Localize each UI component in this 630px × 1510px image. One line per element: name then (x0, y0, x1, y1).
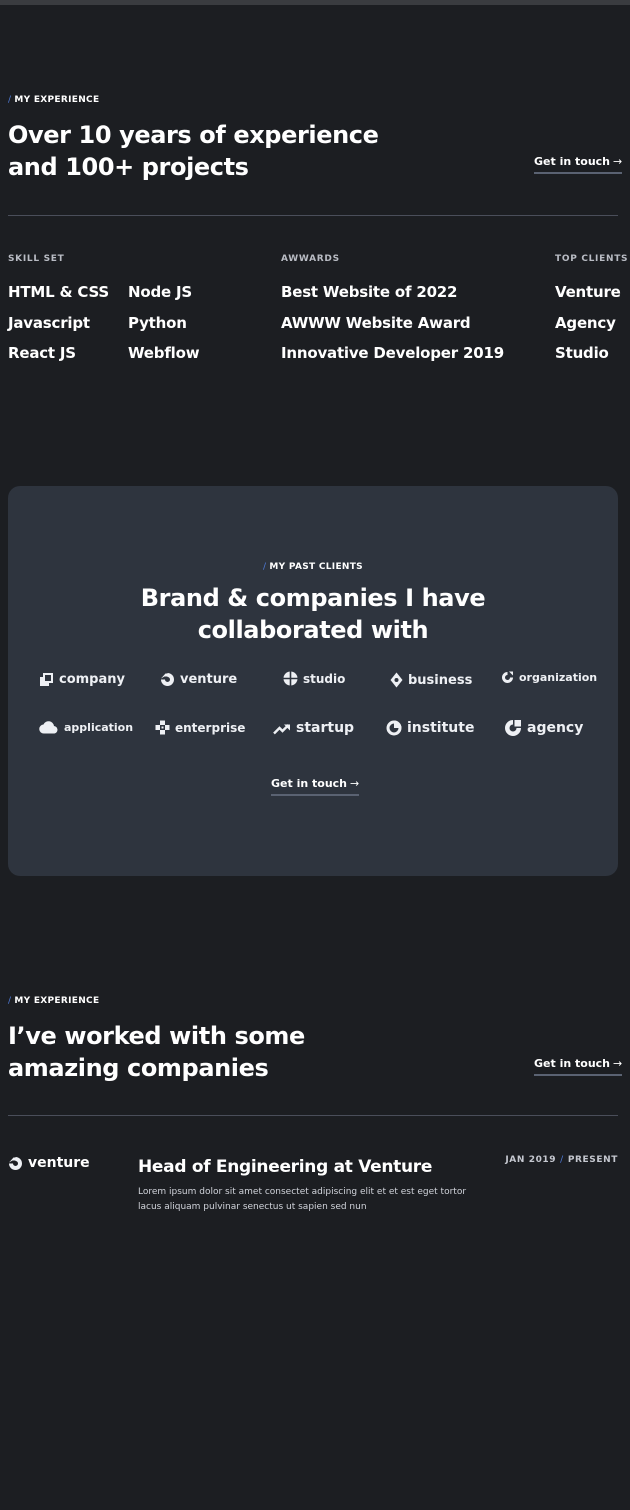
clients-title-line-2: collaborated with (197, 616, 429, 644)
client-logo-label: business (408, 672, 473, 688)
get-in-touch-link[interactable]: Get in touch → (534, 155, 623, 174)
client-logo-application: application (39, 721, 133, 734)
agency-icon (505, 720, 521, 736)
past-clients-card: / MY PAST CLIENTS Brand & companies I hav… (8, 486, 618, 876)
skill-item: Node JS (128, 283, 192, 301)
client-logo-venture: venture (160, 672, 237, 687)
trend-icon (273, 723, 290, 734)
job-end-date: PRESENT (567, 1155, 618, 1165)
experience-title: Over 10 years of experience and 100+ pro… (8, 119, 379, 183)
get-in-touch-label: Get in touch (534, 1057, 611, 1070)
companies-get-in-touch-link[interactable]: Get in touch → (534, 1057, 623, 1076)
client-logo-studio: studio (283, 671, 345, 686)
job-title: Head of Engineering at Venture (138, 1157, 433, 1177)
experience-eyebrow: / MY EXPERIENCE (8, 95, 99, 105)
slash-accent: / (8, 996, 12, 1006)
client-logo-startup: startup (273, 720, 354, 736)
slash-accent: / (8, 95, 12, 105)
business-icon (390, 672, 403, 688)
client-logo-label: agency (527, 720, 584, 736)
experience-title-line-2: and 100+ projects (8, 153, 249, 181)
enterprise-icon (155, 720, 170, 735)
client-logo-enterprise: enterprise (155, 720, 245, 735)
clients-title: Brand & companies I have collaborated wi… (8, 582, 618, 646)
client-logo-company: company (39, 672, 125, 687)
awards-label: AWWARDS (281, 254, 340, 264)
top-client-item: Venture (555, 283, 621, 301)
get-in-touch-label: Get in touch (534, 155, 611, 168)
client-logo-label: studio (303, 671, 346, 686)
companies-eyebrow-text: MY EXPERIENCE (14, 996, 100, 1006)
award-item: Innovative Developer 2019 (281, 344, 504, 362)
skill-item: Javascript (8, 314, 90, 332)
company-icon (40, 673, 53, 686)
experience-title-line-1: Over 10 years of experience (8, 121, 379, 149)
section-divider (8, 1115, 618, 1116)
client-logo-label: enterprise (175, 720, 246, 735)
top-clients-label: TOP CLIENTS (555, 254, 629, 264)
page: / MY EXPERIENCE Over 10 years of experien… (0, 0, 630, 1510)
client-logo-organization: organization (501, 671, 597, 684)
award-item: Best Website of 2022 (281, 283, 458, 301)
clients-eyebrow: / MY PAST CLIENTS (8, 562, 618, 572)
venture-icon (161, 673, 174, 686)
job-start-date: JAN 2019 (505, 1155, 557, 1165)
cloud-icon (39, 721, 58, 734)
companies-title-line-2: amazing companies (8, 1054, 269, 1082)
organization-icon (502, 671, 513, 683)
job-company-logo: venture (8, 1155, 90, 1171)
client-logo-label: startup (296, 720, 355, 736)
arrow-right-icon: → (613, 1057, 623, 1070)
client-logo-agency: agency (504, 719, 583, 737)
companies-eyebrow: / MY EXPERIENCE (8, 996, 99, 1006)
job-dates: JAN 2019/PRESENT (505, 1155, 618, 1165)
top-bar (0, 0, 630, 5)
skill-item: HTML & CSS (8, 283, 110, 301)
get-in-touch-label: Get in touch (271, 777, 348, 790)
clients-get-in-touch-link[interactable]: Get in touch → (271, 777, 360, 796)
top-client-item: Agency (555, 314, 616, 332)
clients-title-line-1: Brand & companies I have (140, 584, 486, 612)
skill-item: Python (128, 314, 187, 332)
slash-accent: / (560, 1155, 564, 1165)
experience-eyebrow-text: MY EXPERIENCE (14, 95, 100, 105)
job-description: Lorem ipsum dolor sit amet consectet adi… (138, 1187, 467, 1212)
arrow-right-icon: → (613, 155, 623, 168)
client-logo-label: application (64, 721, 134, 734)
client-logo-institute: institute (386, 720, 474, 736)
slash-accent: / (263, 562, 267, 572)
skill-item: Webflow (128, 344, 200, 362)
clients-eyebrow-text: MY PAST CLIENTS (269, 562, 363, 572)
companies-title-line-1: I’ve worked with some (8, 1022, 305, 1050)
award-item: AWWW Website Award (281, 314, 471, 332)
venture-icon (9, 1156, 22, 1170)
job-company-name: venture (28, 1155, 90, 1171)
section-divider (8, 215, 618, 216)
client-logo-label: company (59, 672, 125, 687)
arrow-right-icon: → (350, 777, 360, 790)
skill-item: React JS (8, 344, 76, 362)
client-logo-label: institute (407, 720, 475, 736)
client-logo-label: organization (519, 671, 598, 684)
companies-title: I’ve worked with some amazing companies (8, 1020, 305, 1084)
client-logo-label: venture (180, 672, 238, 687)
client-logo-business: business (390, 672, 472, 688)
studio-icon (283, 671, 298, 686)
institute-icon (386, 720, 402, 736)
top-client-item: Studio (555, 344, 609, 362)
skill-set-label: SKILL SET (8, 254, 65, 264)
